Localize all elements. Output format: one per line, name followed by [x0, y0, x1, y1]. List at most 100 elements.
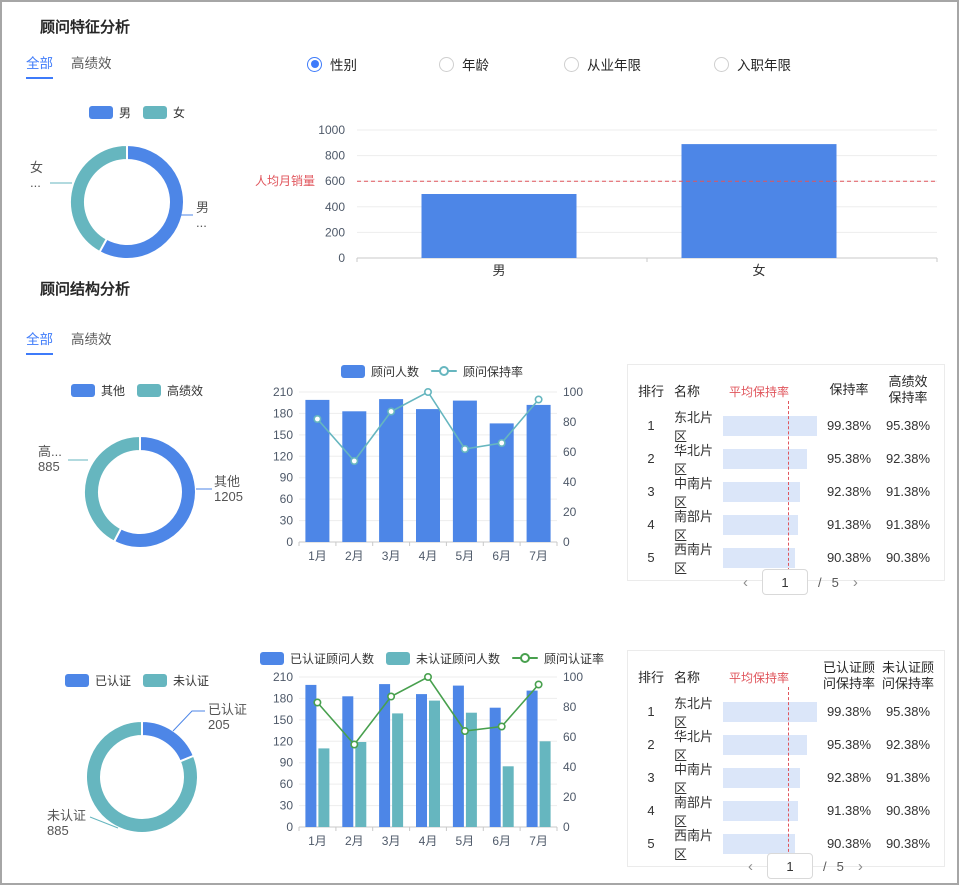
chart-legend: 其他高绩效: [12, 380, 262, 400]
chart-text: 女: [30, 160, 43, 175]
legend-item[interactable]: 未认证: [143, 672, 209, 689]
line-point[interactable]: [425, 674, 431, 680]
line-point[interactable]: [388, 693, 394, 699]
gender-bar-chart: 02004006008001000男女人均月销量: [252, 114, 952, 284]
chart-text: 600: [325, 174, 345, 188]
chart-text: 高...: [38, 444, 62, 459]
tab-高绩效[interactable]: 高绩效: [71, 328, 112, 355]
bar[interactable]: [342, 411, 366, 542]
radio-label: 从业年限: [587, 54, 641, 74]
radio-icon[interactable]: [439, 57, 454, 72]
bar[interactable]: [305, 685, 316, 827]
bar-cell: [723, 548, 818, 568]
donut-slice[interactable]: [142, 721, 194, 761]
radio-icon[interactable]: [714, 57, 729, 72]
chart-text: 2月: [345, 834, 364, 848]
line-point[interactable]: [499, 440, 505, 446]
bar[interactable]: [416, 694, 427, 827]
bar[interactable]: [379, 399, 403, 542]
line-point[interactable]: [388, 408, 394, 414]
bar[interactable]: [429, 701, 440, 827]
donut-slice[interactable]: [70, 145, 127, 252]
chart-text: 40: [563, 475, 577, 489]
bar-cell: [723, 449, 818, 469]
chart-text: 3月: [382, 834, 401, 848]
line-point[interactable]: [351, 458, 357, 464]
bar[interactable]: [416, 409, 440, 542]
radio-option[interactable]: 性别: [307, 54, 357, 74]
bar[interactable]: [355, 742, 366, 827]
radio-icon[interactable]: [564, 57, 579, 72]
table-header: 排行名称平均保持率已认证顾问保持率未认证顾问保持率: [628, 651, 944, 695]
legend-label: 顾问人数: [371, 363, 419, 380]
legend-item[interactable]: 女: [143, 104, 185, 121]
table-row[interactable]: 2华北片区95.38%92.38%: [628, 728, 944, 761]
value-cell: 90.38%: [880, 550, 936, 566]
chart-text: 30: [280, 514, 294, 528]
rank-cell: 3: [636, 484, 666, 499]
line-point[interactable]: [499, 723, 505, 729]
legend-item[interactable]: 顾问保持率: [431, 363, 523, 380]
legend-label: 顾问保持率: [463, 363, 523, 380]
table-row[interactable]: 3中南片区92.38%91.38%: [628, 761, 944, 794]
bar[interactable]: [527, 691, 538, 827]
legend-item[interactable]: 未认证顾问人数: [386, 650, 500, 667]
line-point[interactable]: [314, 699, 320, 705]
line-point[interactable]: [462, 446, 468, 452]
bar-cell: [723, 735, 818, 755]
name-cell: 西南片区: [666, 825, 723, 863]
table-row[interactable]: 4南部片区91.38%91.38%: [628, 508, 944, 541]
line-point[interactable]: [462, 728, 468, 734]
chart-text: 已认证: [208, 702, 247, 717]
bar-男[interactable]: [422, 194, 577, 258]
bar[interactable]: [342, 696, 353, 827]
table-row[interactable]: 1东北片区99.38%95.38%: [628, 409, 944, 442]
next-page-button[interactable]: ›: [849, 574, 862, 591]
line-point[interactable]: [535, 396, 541, 402]
legend-item[interactable]: 顾问人数: [341, 363, 419, 380]
legend-item[interactable]: 高绩效: [137, 382, 203, 399]
table-row[interactable]: 4南部片区91.38%90.38%: [628, 794, 944, 827]
table-row[interactable]: 3中南片区92.38%91.38%: [628, 475, 944, 508]
line-point[interactable]: [351, 741, 357, 747]
legend-item[interactable]: 男: [89, 104, 131, 121]
radio-option[interactable]: 入职年限: [714, 54, 791, 74]
chart-text: 1月: [308, 549, 327, 563]
bar[interactable]: [453, 686, 464, 827]
bar[interactable]: [527, 405, 551, 542]
prev-page-button[interactable]: ‹: [744, 858, 757, 875]
bar[interactable]: [392, 713, 403, 827]
legend-item[interactable]: 已认证: [65, 672, 131, 689]
structure-rank-table: 排行名称平均保持率保持率高绩效保持率1东北片区99.38%95.38%2华北片区…: [627, 364, 945, 581]
tab-高绩效[interactable]: 高绩效: [71, 52, 112, 79]
tab-全部[interactable]: 全部: [26, 52, 53, 79]
bar[interactable]: [318, 748, 329, 827]
table-row[interactable]: 2华北片区95.38%92.38%: [628, 442, 944, 475]
bar[interactable]: [503, 766, 514, 827]
donut-slice[interactable]: [84, 436, 140, 542]
prev-page-button[interactable]: ‹: [739, 574, 752, 591]
radio-option[interactable]: 从业年限: [564, 54, 641, 74]
col-header-value: 未认证顾问保持率: [880, 660, 936, 692]
legend-label: 未认证顾问人数: [416, 650, 500, 667]
bar[interactable]: [540, 741, 551, 827]
radio-icon[interactable]: [307, 57, 322, 72]
page-separator: /: [818, 575, 822, 590]
legend-item[interactable]: 其他: [71, 382, 125, 399]
value-cell: 90.38%: [880, 803, 936, 819]
chart-text: 200: [325, 225, 345, 239]
next-page-button[interactable]: ›: [854, 858, 867, 875]
current-page-input[interactable]: 1: [762, 569, 808, 595]
legend-item[interactable]: 顾问认证率: [512, 650, 604, 667]
tab-全部[interactable]: 全部: [26, 328, 53, 355]
bar-女[interactable]: [682, 144, 837, 258]
current-page-input[interactable]: 1: [767, 853, 813, 879]
line-point[interactable]: [425, 389, 431, 395]
line-point[interactable]: [535, 681, 541, 687]
legend-item[interactable]: 已认证顾问人数: [260, 650, 374, 667]
bar[interactable]: [453, 401, 477, 542]
line-point[interactable]: [314, 416, 320, 422]
table-row[interactable]: 1东北片区99.38%95.38%: [628, 695, 944, 728]
retention-bar: [723, 702, 817, 722]
radio-option[interactable]: 年龄: [439, 54, 489, 74]
